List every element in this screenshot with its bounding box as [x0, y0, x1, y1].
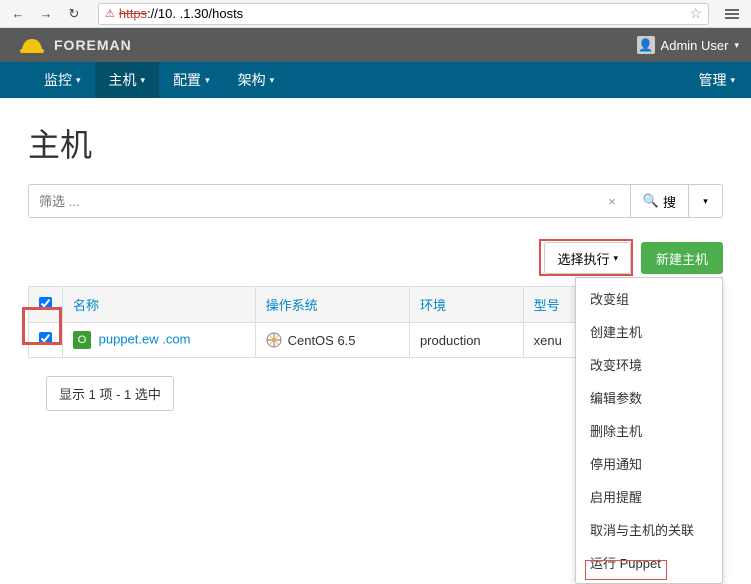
caret-down-icon: ▾: [270, 75, 275, 86]
browser-menu-icon[interactable]: [719, 4, 745, 24]
bookmark-star-icon[interactable]: ☆: [689, 5, 702, 22]
env-cell: production: [409, 323, 523, 358]
nav-admin[interactable]: 管理 ▾: [682, 62, 751, 98]
col-name[interactable]: 名称: [73, 298, 99, 313]
dropdown-item[interactable]: 取消与主机的关联: [576, 513, 722, 546]
dropdown-item[interactable]: 运行 Puppet: [576, 546, 722, 579]
reload-button[interactable]: ↻: [62, 4, 86, 24]
caret-down-icon: ▾: [76, 75, 81, 86]
dropdown-item[interactable]: 编辑参数: [576, 381, 722, 414]
search-button[interactable]: 🔍 搜: [631, 184, 689, 218]
browser-toolbar: ← → ↻ ⚠ https://10. .1.30/hosts ☆: [0, 0, 751, 28]
filter-input[interactable]: [39, 194, 604, 209]
nav-item-label: 主机: [109, 70, 137, 90]
brand-text: FOREMAN: [54, 37, 132, 53]
dropdown-item[interactable]: 启用提醒: [576, 480, 722, 513]
action-row: 选择执行 ▾ 新建主机: [0, 218, 751, 286]
nav-item-label: 监控: [44, 70, 72, 90]
search-options-button[interactable]: ▾: [689, 184, 723, 218]
nav-monitor[interactable]: 监控 ▾: [30, 62, 95, 98]
dropdown-item[interactable]: 改变组: [576, 282, 722, 315]
nav-item-label: 管理: [698, 70, 726, 90]
select-action-label: 选择执行: [557, 249, 609, 268]
nav-item-label: 配置: [173, 70, 201, 90]
nav-item-label: 架构: [238, 70, 266, 90]
row-checkbox[interactable]: [39, 332, 52, 345]
caret-down-icon: ▾: [205, 75, 210, 86]
clear-filter-icon[interactable]: ×: [604, 194, 620, 209]
search-icon: 🔍: [643, 193, 659, 209]
col-env[interactable]: 环境: [420, 298, 446, 313]
filter-row: × 🔍 搜 ▾: [0, 184, 751, 218]
dropdown-item[interactable]: 改变环境: [576, 348, 722, 381]
page-title: 主机: [0, 98, 751, 184]
col-model[interactable]: 型号: [534, 298, 560, 313]
nav-config[interactable]: 配置 ▾: [159, 62, 224, 98]
dropdown-item[interactable]: 删除主机: [576, 414, 722, 447]
status-badge: O: [73, 331, 91, 349]
avatar-icon: 👤: [637, 36, 655, 54]
caret-down-icon: ▾: [141, 75, 146, 86]
caret-down-icon: ▾: [703, 196, 708, 207]
url-bar[interactable]: ⚠ https://10. .1.30/hosts ☆: [98, 3, 709, 25]
host-link[interactable]: puppet.ew .com: [99, 331, 191, 346]
select-action-dropdown[interactable]: 选择执行 ▾: [544, 242, 631, 274]
caret-down-icon: ▾: [613, 253, 618, 264]
dropdown-item[interactable]: 创建主机: [576, 315, 722, 348]
pager-summary[interactable]: 显示 1 项 - 1 选中: [46, 376, 174, 411]
nav-infra[interactable]: 架构 ▾: [224, 62, 289, 98]
user-label: Admin User: [661, 38, 729, 53]
ssl-warning-icon: ⚠: [105, 7, 115, 20]
centos-icon: [266, 332, 282, 348]
url-text: https://10. .1.30/hosts: [119, 6, 686, 21]
back-button[interactable]: ←: [6, 4, 30, 24]
foreman-logo-icon: [20, 35, 44, 55]
select-all-cell: [29, 287, 63, 323]
nav-hosts[interactable]: 主机 ▾: [95, 62, 160, 98]
caret-down-icon: ▾: [730, 75, 735, 86]
col-os[interactable]: 操作系统: [266, 298, 318, 313]
new-host-button[interactable]: 新建主机: [641, 242, 723, 274]
action-dropdown-menu: 改变组创建主机改变环境编辑参数删除主机停用通知启用提醒取消与主机的关联运行 Pu…: [575, 277, 723, 584]
caret-down-icon: ▾: [734, 40, 739, 51]
search-button-label: 搜: [663, 192, 676, 211]
select-all-checkbox[interactable]: [39, 297, 52, 310]
user-menu[interactable]: 👤 Admin User ▾: [637, 36, 739, 54]
os-text: CentOS 6.5: [288, 333, 356, 348]
forward-button[interactable]: →: [34, 4, 58, 24]
main-nav: 监控 ▾ 主机 ▾ 配置 ▾ 架构 ▾ 管理 ▾: [0, 62, 751, 98]
filter-input-wrap: ×: [28, 184, 631, 218]
dropdown-item[interactable]: 停用通知: [576, 447, 722, 480]
app-header: FOREMAN 👤 Admin User ▾: [0, 28, 751, 62]
